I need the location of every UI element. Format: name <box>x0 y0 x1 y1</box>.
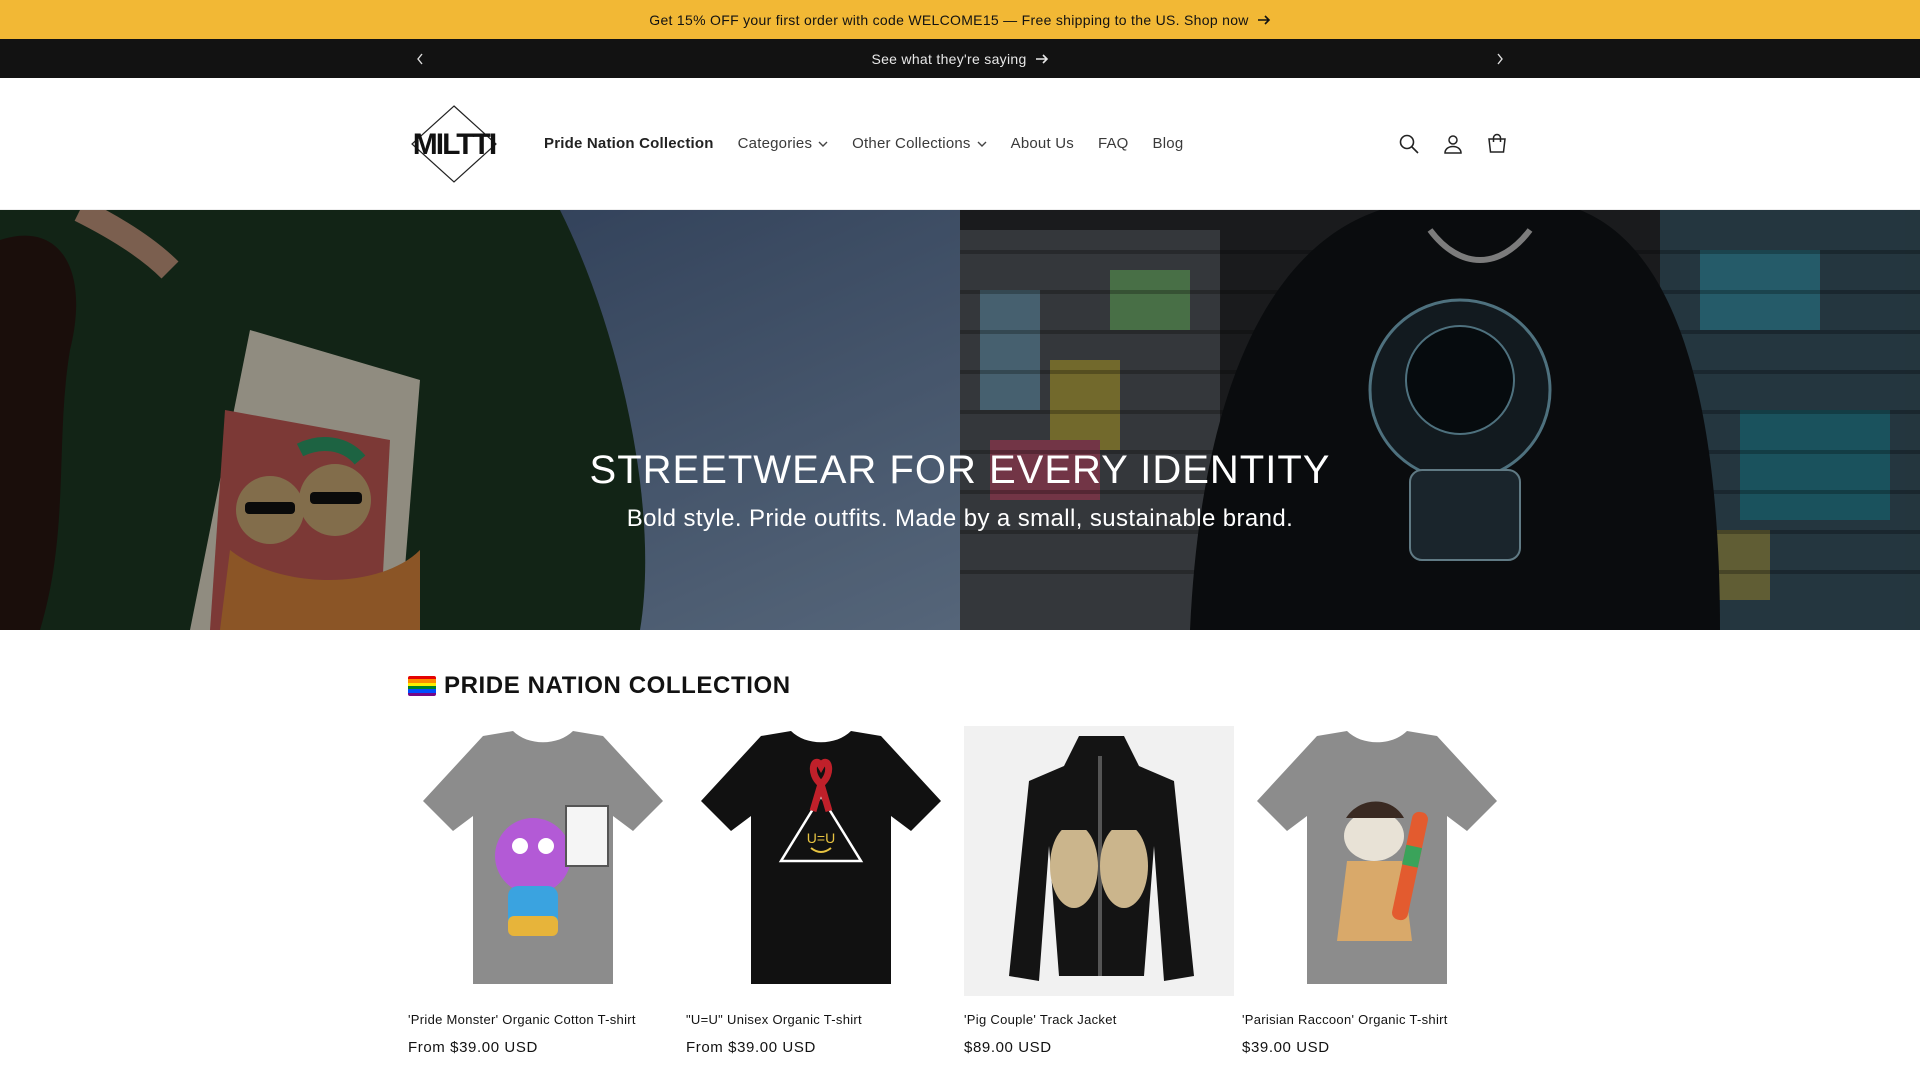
product-name[interactable]: 'Pride Monster' Organic Cotton T-shirt <box>408 1012 678 1027</box>
arrow-right-icon <box>1257 14 1271 26</box>
main-nav: Pride Nation Collection Categories Other… <box>532 135 1195 152</box>
product-name[interactable]: "U=U" Unisex Organic T-shirt <box>686 1012 956 1027</box>
previous-announcement-button[interactable] <box>408 47 432 71</box>
product-card[interactable]: 'Parisian Raccoon' Organic T-shirt $39.0… <box>1242 726 1512 1056</box>
hero-image-right <box>960 210 1920 630</box>
product-card[interactable]: U=U "U=U" Unisex Organic T-shirt From $3… <box>686 726 956 1056</box>
account-button[interactable] <box>1438 129 1468 159</box>
nav-other-collections[interactable]: Other Collections <box>840 135 998 152</box>
nav-pride-nation-collection[interactable]: Pride Nation Collection <box>532 135 726 152</box>
product-image[interactable] <box>1242 726 1512 996</box>
chevron-right-icon <box>1497 53 1503 64</box>
nav-categories[interactable]: Categories <box>726 135 841 152</box>
arrow-right-icon <box>1035 53 1048 64</box>
chevron-down-icon <box>818 141 828 147</box>
promo-announcement-bar[interactable]: Get 15% OFF your first order with code W… <box>0 0 1920 39</box>
hero-banner[interactable]: STREETWEAR FOR EVERY IDENTITY Bold style… <box>0 210 1920 630</box>
chevron-left-icon <box>417 53 423 64</box>
next-announcement-button[interactable] <box>1488 47 1512 71</box>
product-price: From $39.00 USD <box>686 1039 816 1056</box>
testimonial-text[interactable]: See what they're saying <box>871 51 1026 67</box>
search-button[interactable] <box>1394 129 1424 159</box>
rainbow-flag-icon <box>408 676 436 696</box>
nav-about-us[interactable]: About Us <box>999 135 1086 152</box>
product-price: $89.00 USD <box>964 1039 1052 1056</box>
svg-text:U=U: U=U <box>807 830 835 846</box>
hero-subtitle: Bold style. Pride outfits. Made by a sma… <box>626 505 1294 532</box>
header-icons <box>1394 129 1512 159</box>
product-image[interactable]: U=U <box>686 726 956 996</box>
testimonial-link[interactable]: See what they're saying <box>871 51 1048 67</box>
product-name[interactable]: 'Parisian Raccoon' Organic T-shirt <box>1242 1012 1512 1027</box>
brand-logo[interactable]: MILTTI <box>408 104 500 184</box>
nav-blog[interactable]: Blog <box>1141 135 1196 152</box>
hero-text: STREETWEAR FOR EVERY IDENTITY Bold style… <box>0 448 1920 533</box>
testimonial-announcement-bar: See what they're saying <box>0 39 1920 78</box>
hero-image-left <box>0 210 960 630</box>
logo-text: MILTTI <box>413 128 496 161</box>
product-name[interactable]: 'Pig Couple' Track Jacket <box>964 1012 1234 1027</box>
site-header: MILTTI Pride Nation Collection Categorie… <box>0 78 1920 210</box>
product-image[interactable] <box>964 726 1234 996</box>
nav-faq[interactable]: FAQ <box>1086 135 1141 152</box>
product-card[interactable]: 'Pig Couple' Track Jacket $89.00 USD <box>964 726 1234 1056</box>
product-price: From $39.00 USD <box>408 1039 538 1056</box>
search-icon <box>1399 134 1419 154</box>
product-grid: 'Pride Monster' Organic Cotton T-shirt F… <box>408 726 1512 1056</box>
hero-title: STREETWEAR FOR EVERY IDENTITY <box>589 448 1331 492</box>
featured-collection: PRIDE NATION COLLECTION 'Pride Monster' … <box>0 630 1920 1056</box>
chevron-down-icon <box>977 141 987 147</box>
product-card[interactable]: 'Pride Monster' Organic Cotton T-shirt F… <box>408 726 678 1056</box>
cart-icon <box>1488 133 1506 153</box>
cart-button[interactable] <box>1482 129 1512 159</box>
collection-title: PRIDE NATION COLLECTION <box>408 672 1512 700</box>
promo-text[interactable]: Get 15% OFF your first order with code W… <box>649 12 1248 28</box>
product-image[interactable] <box>408 726 678 996</box>
account-icon <box>1444 134 1462 154</box>
product-price: $39.00 USD <box>1242 1039 1330 1056</box>
